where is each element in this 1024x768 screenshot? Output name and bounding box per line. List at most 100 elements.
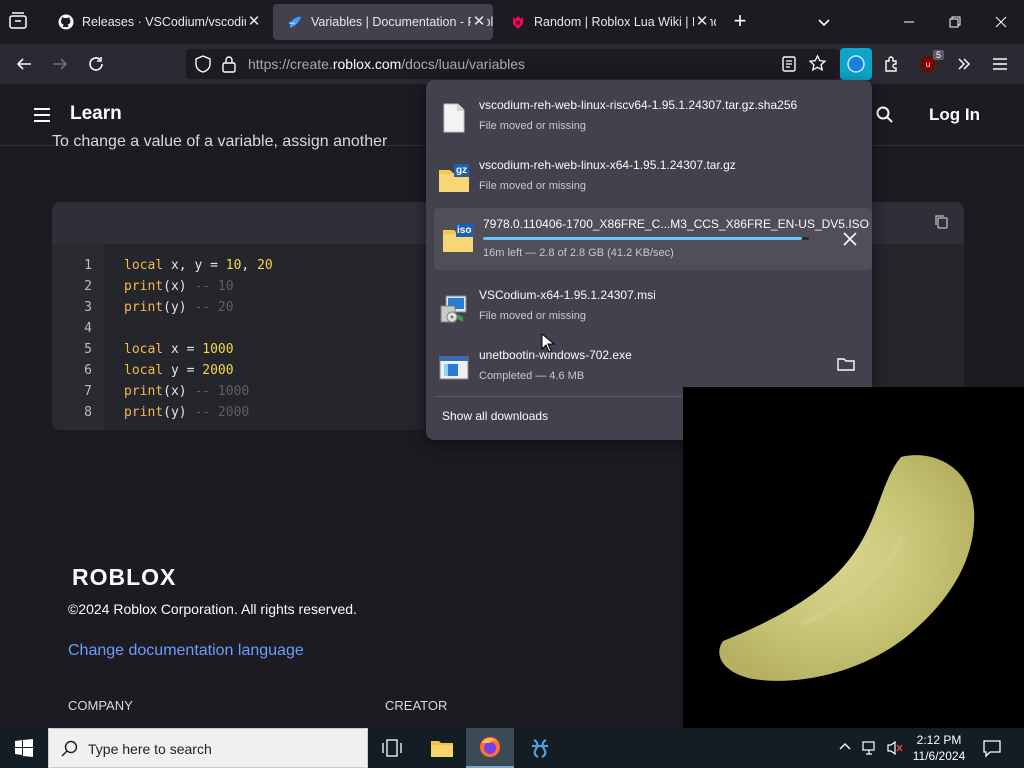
download-progress-bar: [483, 237, 809, 240]
download-item[interactable]: VSCodium-x64-1.95.1.24307.msi File moved…: [426, 278, 872, 338]
tab-title: Releases · VSCodium/vscodium: [82, 15, 262, 29]
close-icon[interactable]: ✕: [246, 14, 262, 30]
tab-vscodium-releases[interactable]: Releases · VSCodium/vscodium ✕: [44, 4, 268, 40]
search-icon: [61, 740, 79, 763]
github-icon: [58, 14, 74, 30]
tab-list-icon[interactable]: [8, 12, 30, 32]
code-line: local x = 1000: [124, 342, 234, 357]
roblox-logo[interactable]: ROBLOX: [72, 564, 176, 591]
close-icon[interactable]: ✕: [694, 14, 710, 30]
tab-title: Variables | Documentation - Roblox: [311, 15, 493, 29]
potato-chip-image: [719, 455, 975, 681]
download-status: Completed — 4.6 MB: [479, 370, 585, 382]
change-language-link[interactable]: Change documentation language: [68, 642, 304, 660]
download-status: 16m left — 2.8 of 2.8 GB (41.2 KB/sec): [483, 247, 674, 259]
line-number: 6: [84, 363, 92, 378]
download-item[interactable]: vscodium-reh-web-linux-riscv64-1.95.1.24…: [426, 88, 872, 148]
close-window-button[interactable]: [978, 0, 1024, 44]
download-filename: VSCodium-x64-1.95.1.24307.msi: [479, 288, 656, 302]
lock-icon[interactable]: [221, 55, 237, 78]
notifications-icon[interactable]: [982, 738, 1002, 763]
clock-time[interactable]: 2:12 PM: [916, 733, 962, 747]
roblox-docs-icon: [287, 14, 303, 30]
task-view-icon[interactable]: [368, 728, 416, 768]
download-item-in-progress[interactable]: iso 7978.0.110406-1700_X86FRE_C...M3_CCS…: [434, 208, 872, 270]
line-number: 5: [84, 342, 92, 357]
url-text[interactable]: https://create.roblox.com/docs/luau/vari…: [248, 56, 525, 72]
url-bar[interactable]: https://create.roblox.com/docs/luau/vari…: [186, 49, 840, 79]
picture-in-picture-video[interactable]: [683, 387, 1024, 728]
cancel-icon[interactable]: [836, 225, 864, 253]
header-title[interactable]: Learn: [70, 103, 122, 125]
windows-taskbar: Type here to search 2:12 PM 11/6/2024: [0, 728, 1024, 768]
search-placeholder: Type here to search: [88, 741, 212, 757]
vscodium-icon[interactable]: [516, 728, 564, 768]
minimize-button[interactable]: [886, 0, 932, 44]
firefox-icon[interactable]: [466, 728, 514, 768]
downloads-button[interactable]: [840, 48, 872, 80]
text-file-icon: [438, 102, 470, 134]
tracking-shield-icon[interactable]: [194, 55, 212, 78]
extension-badge: 5: [932, 50, 944, 60]
copy-icon[interactable]: [934, 214, 950, 235]
maximize-button[interactable]: [932, 0, 978, 44]
line-number: 4: [84, 321, 92, 336]
clock-date[interactable]: 11/6/2024: [910, 749, 968, 763]
url-prefix: https://create.: [248, 56, 333, 72]
code-line: print(y) -- 2000: [124, 405, 250, 420]
more-tools-chevrons-icon[interactable]: [948, 48, 980, 80]
tab-strip: Releases · VSCodium/vscodium ✕ Variables…: [0, 0, 1024, 44]
reload-button[interactable]: [80, 48, 112, 80]
extensions-puzzle-icon[interactable]: [876, 48, 908, 80]
download-filename: 7978.0.110406-1700_X86FRE_C...M3_CCS_X86…: [483, 217, 869, 231]
network-icon[interactable]: [862, 740, 880, 761]
download-item[interactable]: gz vscodium-reh-web-linux-x64-1.95.1.243…: [426, 148, 872, 208]
iso-file-icon: iso: [442, 222, 474, 254]
navigation-toolbar: https://create.roblox.com/docs/luau/vari…: [0, 44, 1024, 84]
taskbar-search-box[interactable]: Type here to search: [48, 728, 368, 768]
file-explorer-icon[interactable]: [418, 728, 466, 768]
forward-button[interactable]: [44, 48, 76, 80]
download-status: File moved or missing: [479, 310, 586, 322]
show-all-downloads-button[interactable]: Show all downloads: [442, 409, 548, 423]
tab-overflow-chevron-icon[interactable]: [814, 12, 836, 32]
code-line: print(y) -- 20: [124, 300, 234, 315]
folder-icon[interactable]: [832, 350, 860, 378]
line-number: 3: [84, 300, 92, 315]
gz-tag: gz: [456, 165, 468, 176]
exe-app-icon: [438, 352, 470, 384]
search-icon[interactable]: [876, 106, 894, 129]
reader-view-icon[interactable]: [780, 55, 798, 78]
line-number: 2: [84, 279, 92, 294]
back-button[interactable]: [8, 48, 40, 80]
msi-installer-icon: [438, 292, 470, 324]
download-filename: vscodium-reh-web-linux-riscv64-1.95.1.24…: [479, 98, 798, 112]
fandom-icon: [510, 14, 526, 30]
tab-variables-docs[interactable]: Variables | Documentation - Roblox ✕: [273, 4, 493, 40]
footer-company-heading: COMPANY: [68, 698, 133, 713]
windows-start-icon[interactable]: [0, 728, 48, 768]
download-filename: vscodium-reh-web-linux-x64-1.95.1.24307.…: [479, 158, 736, 172]
close-icon[interactable]: ✕: [471, 14, 487, 30]
hamburger-menu-icon[interactable]: [984, 48, 1016, 80]
url-domain: roblox.com: [332, 56, 402, 72]
line-number: 1: [84, 258, 92, 273]
new-tab-button[interactable]: +: [728, 10, 752, 34]
code-line: print(x) -- 10: [124, 279, 234, 294]
tab-roblox-lua-wiki[interactable]: Random | Roblox Lua Wiki | Fandom ✕: [496, 4, 716, 40]
ublock-extension-icon[interactable]: u 5: [912, 48, 944, 80]
volume-muted-icon[interactable]: [886, 740, 904, 761]
gz-archive-icon: gz: [438, 162, 470, 194]
footer-creator-heading: CREATOR: [385, 698, 448, 713]
menu-icon[interactable]: [33, 107, 51, 128]
bookmark-star-icon[interactable]: [808, 54, 827, 78]
code-line: local y = 2000: [124, 363, 234, 378]
download-status: File moved or missing: [479, 180, 586, 192]
login-button[interactable]: Log In: [929, 105, 980, 125]
line-number: 8: [84, 405, 92, 420]
show-hidden-icons-chevron-icon[interactable]: [838, 740, 852, 759]
mouse-cursor-icon: [541, 332, 556, 358]
download-status: File moved or missing: [479, 120, 586, 132]
tab-title: Random | Roblox Lua Wiki | Fandom: [534, 15, 716, 29]
copyright-text: ©2024 Roblox Corporation. All rights res…: [68, 601, 357, 617]
